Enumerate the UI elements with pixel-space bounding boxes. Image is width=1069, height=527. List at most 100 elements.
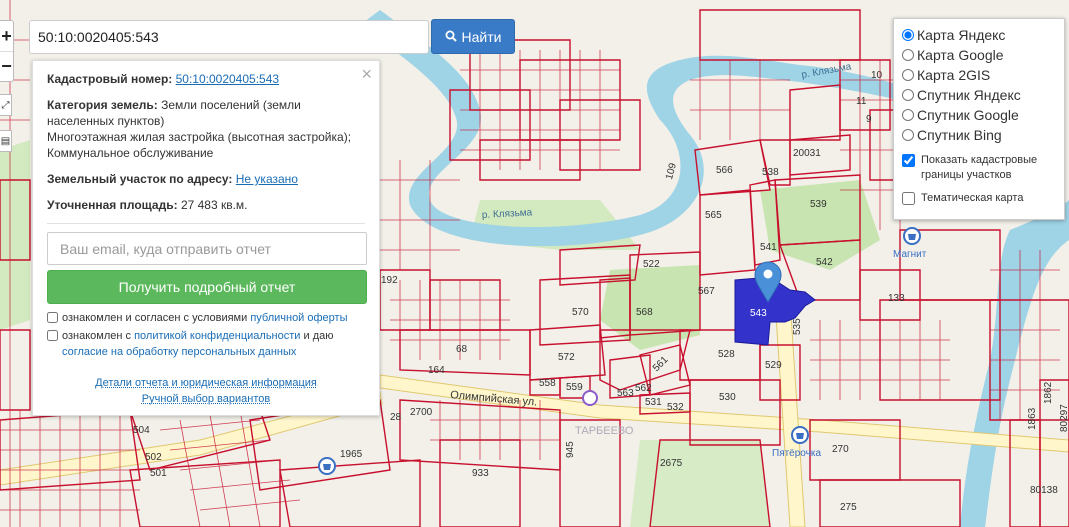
print-icon[interactable]: ▤ — [0, 130, 12, 152]
thematic-checkbox[interactable] — [902, 192, 915, 205]
parcel-label: 541 — [760, 242, 777, 253]
bottom-links: Детали отчета и юридическая информация Р… — [33, 375, 379, 407]
parcel-label: 535 — [792, 318, 803, 335]
fullscreen-icon[interactable]: ⤢ — [0, 94, 12, 116]
show-borders-toggle[interactable]: Показать кадастровые границы участков — [902, 153, 1056, 183]
zoom-out-button[interactable]: − — [0, 51, 13, 81]
usage-line: Многоэтажная жилая застройка (высотная з… — [47, 130, 352, 144]
layer-radio[interactable] — [902, 129, 914, 141]
shop-label: Пятёрочка — [772, 448, 821, 459]
privacy-link[interactable]: политикой конфиденциальности — [134, 330, 300, 342]
parcel-label: 192 — [381, 275, 398, 286]
parcel-label: 933 — [472, 468, 489, 479]
layer-yandex-satellite[interactable]: Спутник Яндекс — [902, 85, 1056, 105]
shop-icon — [318, 457, 336, 475]
search-button[interactable]: Найти — [431, 19, 515, 54]
parcel-label: 133 — [888, 293, 905, 304]
parcel-label: 542 — [816, 257, 833, 268]
parcel-label: 1965 — [340, 449, 363, 460]
land-category-row: Категория земель: Земли поселений (земли… — [47, 97, 365, 161]
thematic-map-toggle[interactable]: Тематическая карта — [902, 191, 1056, 206]
search-button-label: Найти — [461, 28, 502, 45]
area-row: Уточненная площадь: 27 483 кв.м. — [47, 197, 365, 213]
parcel-label: 532 — [667, 402, 684, 413]
parcel-label: 565 — [705, 210, 722, 221]
address-row: Земельный участок по адресу: Не указано — [47, 171, 365, 187]
parcel-label: 80297 — [1059, 404, 1069, 432]
parcel-label: 538 — [762, 167, 779, 178]
address-link[interactable]: Не указано — [236, 172, 298, 186]
offer-checkbox[interactable] — [47, 312, 58, 323]
parcel-label: 570 — [572, 307, 589, 318]
search-input[interactable] — [29, 20, 429, 54]
layer-radio[interactable] — [902, 49, 914, 61]
parcel-label: 164 — [428, 365, 445, 376]
cadastral-number-link[interactable]: 50:10:0020405:543 — [176, 72, 279, 86]
parcel-label: 20031 — [793, 148, 821, 159]
shop-label: Магнит — [893, 249, 927, 260]
parcel-label: 568 — [636, 307, 653, 318]
parcel-label: 275 — [840, 502, 857, 513]
layer-2gis-map[interactable]: Карта 2GIS — [902, 65, 1056, 85]
privacy-agreement: ознакомлен с политикой конфиденциальност… — [47, 328, 365, 360]
parcel-info-panel: × Кадастровый номер: 50:10:0020405:543 К… — [32, 60, 380, 416]
layer-radio[interactable] — [902, 29, 914, 41]
offer-agreement: ознакомлен и согласен с условиями публич… — [47, 310, 365, 326]
offer-link[interactable]: публичной оферты — [250, 312, 347, 324]
divider — [47, 223, 365, 224]
zoom-control: + − — [0, 20, 14, 82]
cadastral-label: Кадастровый номер: — [47, 72, 173, 86]
category-label: Категория земель: — [47, 98, 158, 112]
parcel-label: 522 — [643, 259, 660, 270]
shop-icon — [903, 227, 921, 245]
consent-link[interactable]: согласие на обработку персональных данны… — [62, 346, 296, 358]
parcel-label: 502 — [145, 452, 162, 463]
layer-yandex-map[interactable]: Карта Яндекс — [902, 25, 1056, 45]
parcel-label: 9 — [866, 114, 872, 125]
parcel-label: 2675 — [660, 458, 683, 469]
parcel-label: 80138 — [1030, 485, 1058, 496]
parcel-label: 572 — [558, 352, 575, 363]
layer-google-map[interactable]: Карта Google — [902, 45, 1056, 65]
parcel-label: 504 — [133, 425, 150, 436]
parcel-label: 530 — [719, 392, 736, 403]
search-icon — [445, 29, 457, 45]
layer-radio[interactable] — [902, 89, 914, 101]
parcel-label: 10 — [871, 70, 883, 81]
parcel-label: 528 — [718, 349, 735, 360]
offer-text: ознакомлен и согласен с условиями — [62, 312, 251, 324]
privacy-checkbox[interactable] — [47, 330, 58, 341]
parcel-label: 558 — [539, 378, 556, 389]
parcel-label: 563 — [617, 388, 634, 399]
layer-radio[interactable] — [902, 69, 914, 81]
parcel-label: 531 — [645, 397, 662, 408]
close-icon[interactable]: × — [361, 64, 372, 85]
shop-icon — [582, 390, 598, 406]
park-area — [0, 140, 30, 330]
layer-bing-satellite[interactable]: Спутник Bing — [902, 125, 1056, 145]
parcel-label: 1862 — [1043, 381, 1054, 404]
parcel-label: 68 — [456, 344, 468, 355]
usage-line: Коммунальное обслуживание — [47, 146, 214, 160]
parcel-label: 562 — [635, 383, 652, 394]
district-label: ТАРБЕЕВО — [575, 425, 634, 437]
parcel-label: 270 — [832, 444, 849, 455]
zoom-in-button[interactable]: + — [0, 21, 13, 51]
email-field[interactable] — [47, 232, 367, 265]
borders-checkbox[interactable] — [902, 154, 915, 167]
parcel-label: 28 — [390, 412, 402, 423]
layer-radio[interactable] — [902, 109, 914, 121]
get-report-button[interactable]: Получить подробный отчет — [47, 270, 367, 304]
manual-select-link[interactable]: Ручной выбор вариантов — [33, 391, 379, 407]
parcel-label: 559 — [566, 382, 583, 393]
layer-switcher: Карта Яндекс Карта Google Карта 2GIS Спу… — [893, 18, 1065, 220]
parcel-label: 11 — [856, 96, 867, 107]
parcel-label: 567 — [698, 286, 715, 297]
parcel-label: 529 — [765, 360, 782, 371]
layer-google-satellite[interactable]: Спутник Google — [902, 105, 1056, 125]
address-label: Земельный участок по адресу: — [47, 172, 233, 186]
area-value: 27 483 кв.м. — [180, 198, 248, 212]
details-link[interactable]: Детали отчета и юридическая информация — [33, 375, 379, 391]
privacy-mid: и даю — [300, 330, 334, 342]
parcel-label: 501 — [150, 468, 167, 479]
